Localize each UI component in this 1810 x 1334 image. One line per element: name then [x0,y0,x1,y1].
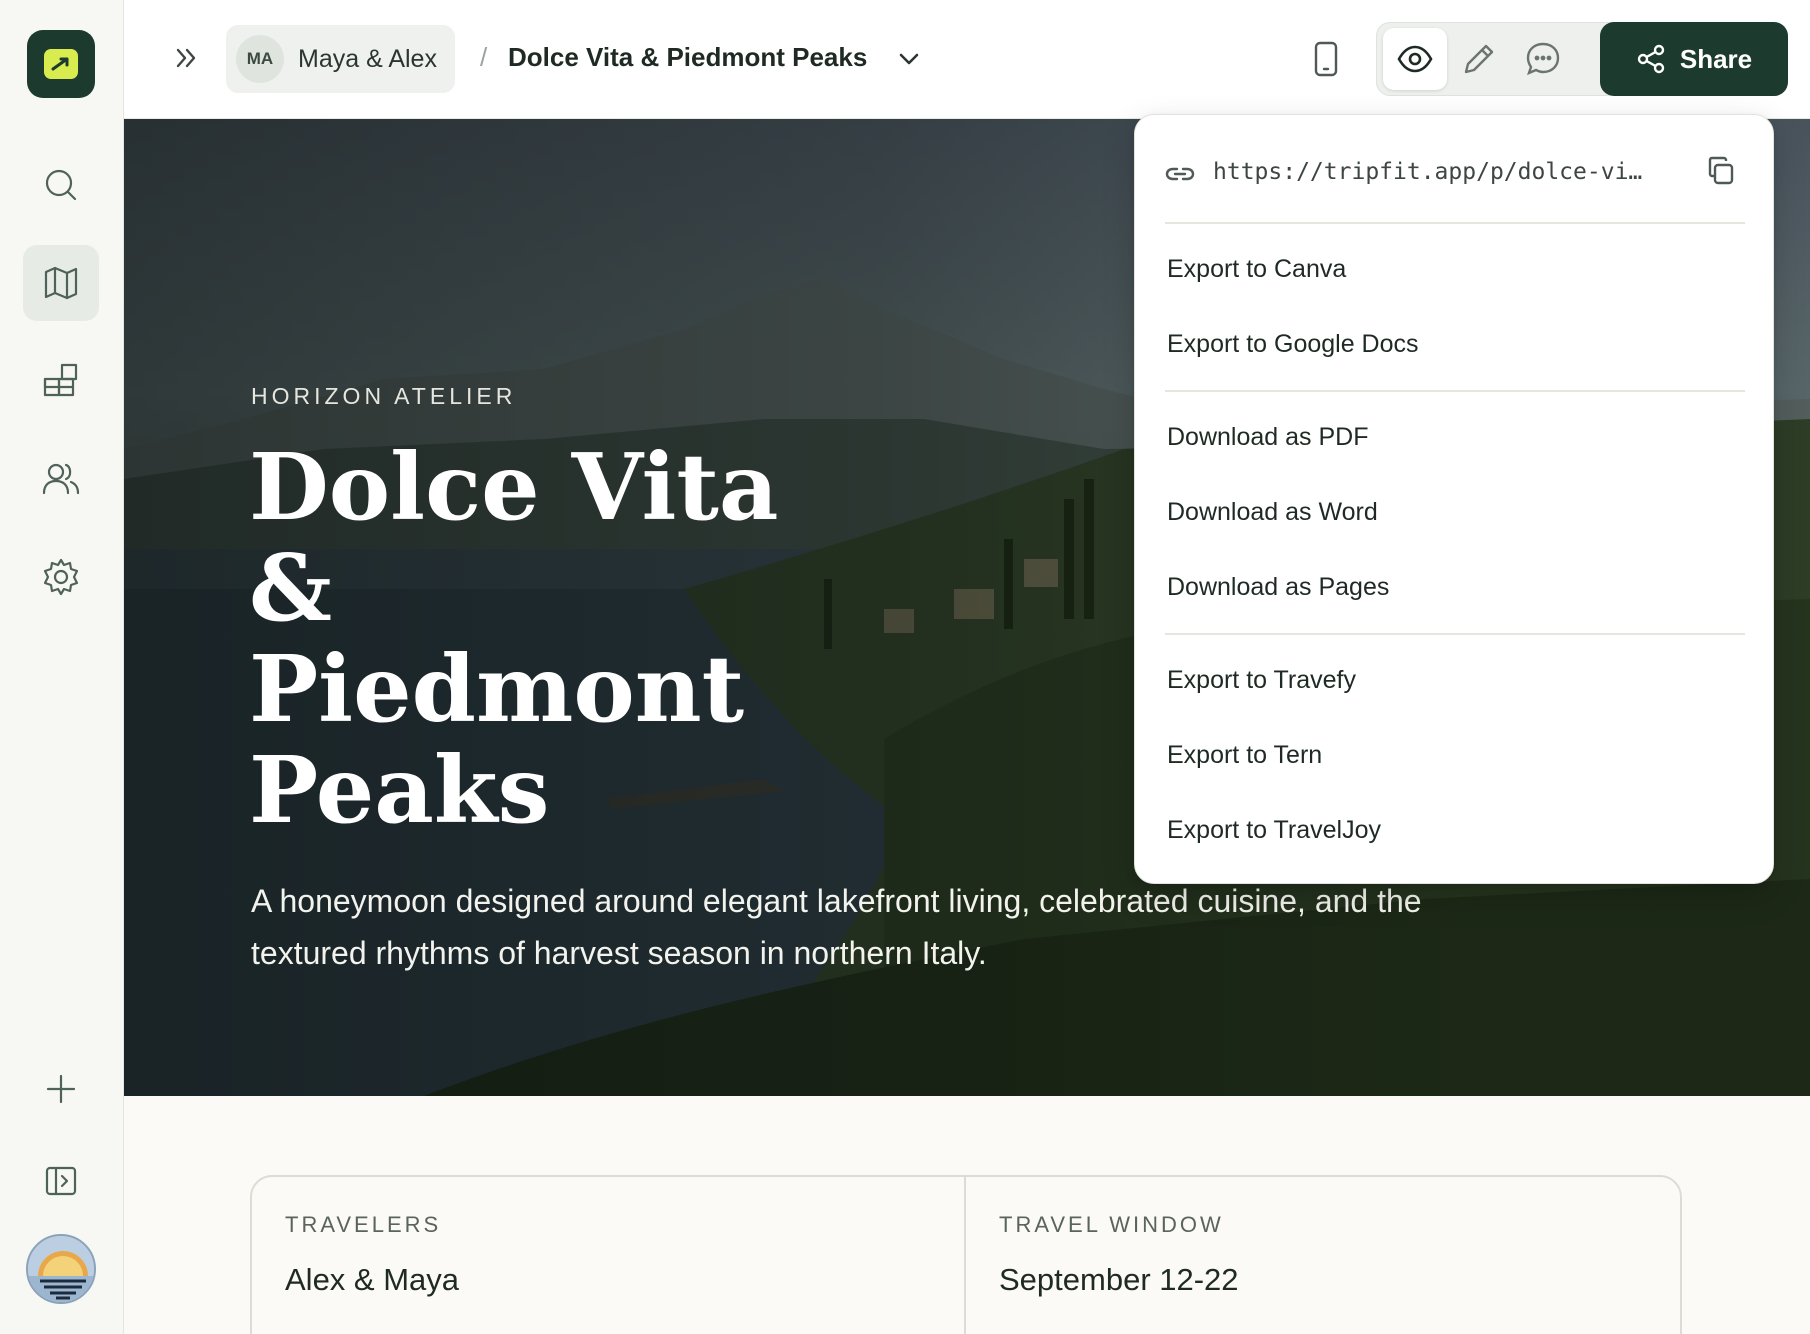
left-rail [0,0,124,1334]
travelers-value: Alex & Maya [285,1262,460,1297]
menu-item-export-traveljoy[interactable]: Export to TravelJoy [1149,797,1761,863]
rail-search-button[interactable] [23,147,99,223]
trip-summary-card: TRAVELERS Alex & Maya TRAVEL WINDOW Sept… [250,1175,1682,1334]
expand-sidebar-button[interactable] [168,40,204,76]
edit-mode-button[interactable] [1447,28,1511,90]
rail-users-button[interactable] [23,441,99,517]
workspace-switcher[interactable]: MA Maya & Alex [226,25,455,93]
travelers-label: TRAVELERS [285,1212,442,1237]
document-title[interactable]: Dolce Vita & Piedmont Peaks [508,42,867,73]
share-link-row: https://tripfit.app/p/dolce-vi… [1165,149,1745,199]
rail-settings-button[interactable] [23,539,99,615]
menu-item-export-canva[interactable]: Export to Canva [1149,236,1761,302]
copy-icon [1708,156,1734,185]
share-icon [1637,44,1665,74]
rail-map-button[interactable] [23,245,99,321]
widgets-icon [43,363,78,397]
travel-window-value: September 12-22 [999,1262,1239,1297]
comment-mode-button[interactable] [1511,28,1575,90]
menu-divider [1165,222,1745,224]
app-logo[interactable] [27,30,95,98]
users-icon [42,463,80,495]
rail-add-button[interactable] [23,1051,99,1127]
chevrons-right-icon [176,48,196,68]
menu-divider [1165,633,1745,635]
logo-mark-icon [44,49,78,79]
search-icon [45,169,77,201]
hero-subtitle: A honeymoon designed around elegant lake… [251,883,1422,971]
menu-item-download-pages[interactable]: Download as Pages [1149,554,1761,620]
rail-panel-toggle-button[interactable] [23,1143,99,1219]
menu-item-export-google-docs[interactable]: Export to Google Docs [1149,311,1761,377]
share-menu: https://tripfit.app/p/dolce-vi… Export t… [1134,114,1774,884]
phone-icon [1314,41,1338,77]
pencil-icon [1464,44,1494,74]
hero-eyebrow: HORIZON ATELIER [251,383,517,409]
workspace-initials: MA [236,35,284,83]
travel-window-label: TRAVEL WINDOW [999,1212,1224,1237]
workspace-name: Maya & Alex [298,44,437,73]
trip-content: TRAVELERS Alex & Maya TRAVEL WINDOW Sept… [124,1096,1810,1334]
user-avatar[interactable] [26,1234,96,1304]
menu-item-download-word[interactable]: Download as Word [1149,479,1761,545]
travelers-section: TRAVELERS Alex & Maya [252,1177,966,1334]
share-button-label: Share [1679,43,1753,74]
top-bar: MA Maya & Alex / Dolce Vita & Piedmont P… [124,0,1810,119]
link-icon [1165,167,1195,181]
mobile-preview-button[interactable] [1310,40,1342,83]
rail-widgets-button[interactable] [23,343,99,419]
menu-divider [1165,390,1745,392]
map-icon [44,266,78,300]
menu-item-export-travefy[interactable]: Export to Travefy [1149,647,1761,713]
menu-item-download-pdf[interactable]: Download as PDF [1149,404,1761,470]
settings-icon [43,558,79,596]
chevron-down-icon [899,53,919,65]
hero-title: Dolce Vita & Piedmont Peaks [249,433,779,844]
menu-item-export-tern[interactable]: Export to Tern [1149,722,1761,788]
comment-icon [1526,42,1560,76]
travel-window-section: TRAVEL WINDOW September 12-22 [966,1177,1680,1334]
breadcrumb-separator: / [480,42,488,72]
title-dropdown-button[interactable] [896,46,922,77]
panel-toggle-icon [45,1166,77,1196]
eye-icon [1397,45,1433,73]
share-button[interactable]: Share [1600,22,1788,96]
preview-mode-button[interactable] [1383,28,1447,90]
plus-icon [46,1074,76,1104]
copy-link-button[interactable] [1705,155,1737,192]
share-link-url[interactable]: https://tripfit.app/p/dolce-vi… [1213,159,1663,185]
